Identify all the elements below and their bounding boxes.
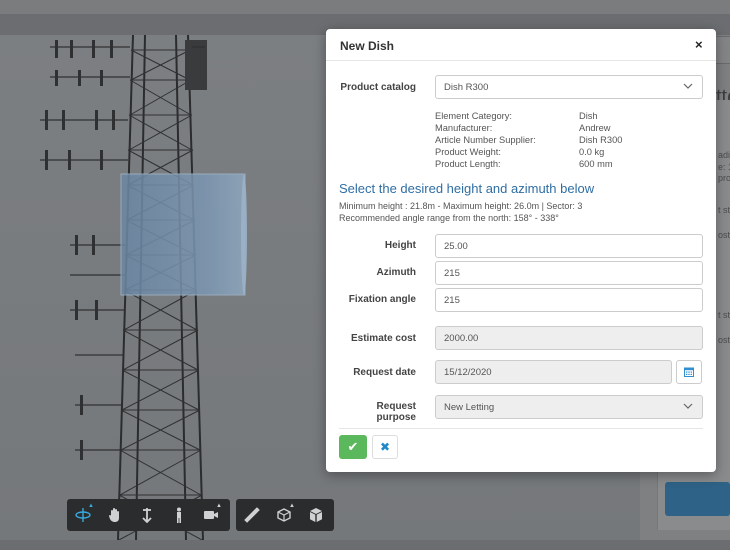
product-catalog-value: Dish R300: [444, 82, 489, 93]
section-subtitle: Minimum height : 21.8m - Maximum height:…: [339, 200, 582, 224]
selected-dish: [120, 173, 246, 296]
request-purpose-label: Request purpose: [376, 401, 416, 423]
azimuth-input[interactable]: 215: [435, 261, 703, 285]
detail-value: 0.0 kg: [579, 147, 605, 157]
detail-value: Dish: [579, 111, 598, 121]
height-range-text: Minimum height : 21.8m - Maximum height:…: [339, 201, 583, 211]
calendar-icon: [684, 367, 694, 377]
orbit-icon[interactable]: ▲: [67, 499, 99, 531]
background-text: ost: [718, 230, 730, 240]
dialog-header: New Dish ×: [326, 29, 716, 61]
pan-hand-icon[interactable]: [99, 499, 131, 531]
product-catalog-label: Product catalog: [340, 82, 416, 93]
request-date-input[interactable]: 15/12/2020: [435, 360, 672, 384]
section-title: Select the desired height and azimuth be…: [339, 181, 595, 196]
new-dish-dialog: New Dish × Product catalog Dish R300 Ele…: [326, 29, 716, 472]
angle-range-text: Recommended angle range from the north: …: [339, 213, 559, 223]
cancel-button[interactable]: ✖: [372, 435, 398, 459]
fixation-angle-input[interactable]: 215: [435, 288, 703, 312]
cube-icon[interactable]: [300, 499, 332, 531]
chevron-down-icon: [683, 401, 693, 411]
detail-key: Product Length:: [435, 159, 501, 169]
detail-value: Andrew: [579, 123, 611, 133]
walk-person-icon[interactable]: [163, 499, 195, 531]
request-purpose-select[interactable]: New Letting: [435, 395, 703, 419]
product-details-values: Dish Andrew Dish R300 0.0 kg 600 mm: [579, 110, 622, 170]
detail-value: Dish R300: [579, 135, 623, 145]
height-label: Height: [384, 240, 416, 251]
close-icon[interactable]: ×: [695, 37, 703, 52]
top-bar: [0, 0, 730, 14]
estimate-cost-input: 2000.00: [435, 326, 703, 350]
footer-divider: [339, 428, 703, 429]
calendar-button[interactable]: [676, 360, 702, 384]
detail-key: Element Category:: [435, 111, 512, 121]
detail-key: Manufacturer:: [435, 123, 493, 133]
measure-ruler-icon[interactable]: [236, 499, 268, 531]
tools-toolbar: ▲: [236, 499, 334, 531]
product-details-keys: Element Category: Manufacturer: Article …: [435, 110, 536, 170]
height-input[interactable]: 25.00: [435, 234, 703, 258]
request-date-label: Request date: [353, 367, 416, 378]
background-text: t st: [718, 310, 730, 320]
check-icon: ✔: [347, 439, 359, 454]
chevron-down-icon: [683, 81, 693, 91]
background-text: ost: [718, 335, 730, 345]
dialog-title: New Dish: [340, 39, 395, 53]
azimuth-label: Azimuth: [376, 267, 416, 278]
background-text: e: 1: [718, 162, 730, 172]
confirm-button[interactable]: ✔: [339, 435, 367, 459]
detail-value: 600 mm: [579, 159, 613, 169]
request-purpose-value: New Letting: [444, 402, 495, 413]
background-action-button: [665, 482, 730, 516]
product-catalog-select[interactable]: Dish R300: [435, 75, 703, 99]
background-text: pro: [718, 173, 730, 183]
background-text: t st: [718, 205, 730, 215]
detail-key: Article Number Supplier:: [435, 135, 536, 145]
navigation-toolbar: ▲ ▲: [67, 499, 230, 531]
estimate-cost-label: Estimate cost: [350, 333, 416, 344]
detail-key: Product Weight:: [435, 147, 501, 157]
move-vertical-icon[interactable]: [131, 499, 163, 531]
x-icon: ✖: [379, 440, 391, 454]
fixation-angle-label: Fixation angle: [348, 294, 416, 305]
camera-icon[interactable]: ▲: [195, 499, 227, 531]
background-text: adi: [718, 150, 730, 160]
section-box-icon[interactable]: ▲: [268, 499, 300, 531]
